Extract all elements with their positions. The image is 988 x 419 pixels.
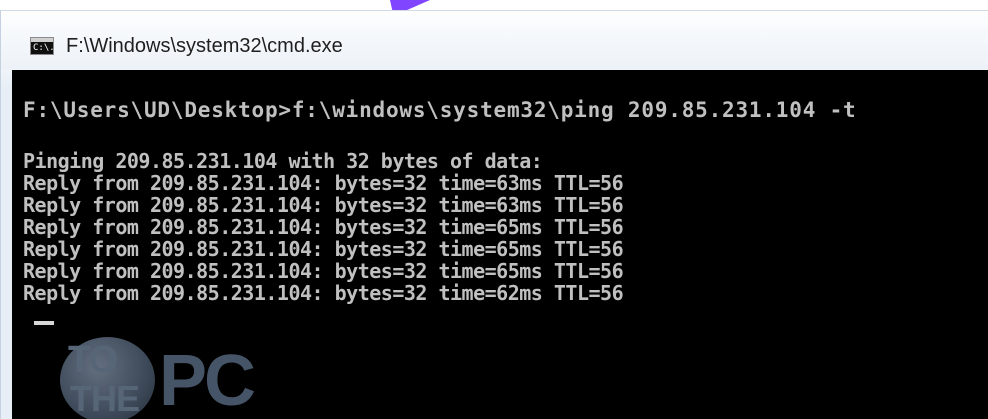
reply-line: Reply from 209.85.231.104: bytes=32 time… — [23, 281, 624, 305]
window-titlebar[interactable]: C:\. F:\Windows\system32\cmd.exe — [1, 11, 988, 69]
screenshot-canvas: C:\. F:\Windows\system32\cmd.exe F:\User… — [0, 0, 988, 419]
ping-header-line: Pinging 209.85.231.104 with 32 bytes of … — [23, 149, 543, 173]
watermark-line-the: THE — [70, 378, 140, 419]
console-output-area[interactable]: F:\Users\UD\Desktop>f:\windows\system32\… — [12, 70, 988, 419]
tothepc-watermark-logo: TO THE PC — [60, 337, 330, 419]
cmd-window: C:\. F:\Windows\system32\cmd.exe F:\User… — [0, 10, 988, 419]
cmd-icon-label: C:\. — [33, 43, 55, 53]
reply-line: Reply from 209.85.231.104: bytes=32 time… — [23, 259, 624, 283]
reply-line: Reply from 209.85.231.104: bytes=32 time… — [23, 171, 624, 195]
reply-line: Reply from 209.85.231.104: bytes=32 time… — [23, 193, 624, 217]
watermark-line-pc: PC — [159, 341, 256, 419]
cmd-icon: C:\. — [30, 37, 55, 55]
command-prompt-line: F:\Users\UD\Desktop>f:\windows\system32\… — [23, 98, 857, 122]
reply-line: Reply from 209.85.231.104: bytes=32 time… — [23, 237, 624, 261]
window-title: F:\Windows\system32\cmd.exe — [66, 35, 343, 57]
console-cursor — [34, 321, 54, 325]
ping-output-block: Pinging 209.85.231.104 with 32 bytes of … — [12, 150, 988, 304]
reply-line: Reply from 209.85.231.104: bytes=32 time… — [23, 215, 624, 239]
watermark-line-to: TO — [68, 339, 118, 381]
